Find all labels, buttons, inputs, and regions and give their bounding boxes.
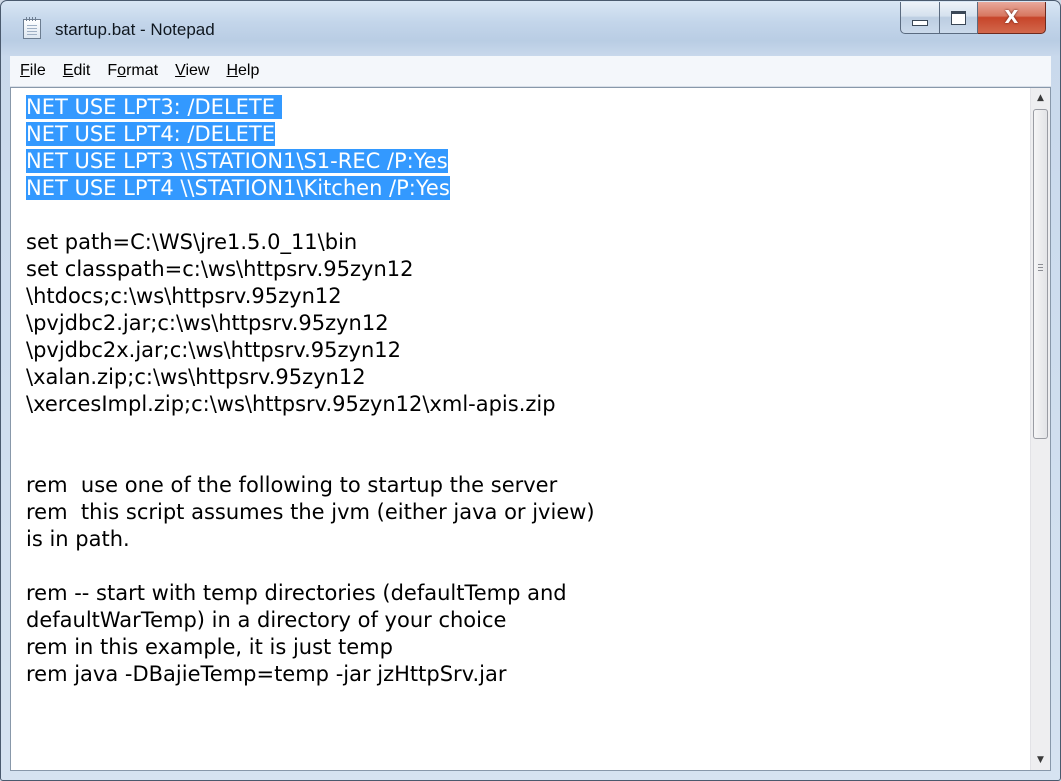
close-button[interactable]: X [978,2,1046,34]
text-line[interactable]: \pvjdbc2.jar;c:\ws\httpsrv.95zyn12 [26,310,1030,337]
close-icon: X [1004,7,1019,28]
menu-format-prefix: F [107,62,118,79]
text-line[interactable]: is in path. [26,526,1030,553]
notepad-icon[interactable] [23,17,41,39]
grip-icon [1038,264,1043,273]
scroll-down-icon: ▼ [1037,755,1044,765]
text-line[interactable] [26,553,1030,580]
selected-line[interactable]: NET USE LPT3 \\STATION1\S1-REC /P:Yes [26,148,1030,175]
menu-bar: File Edit Format View Help [10,56,1051,87]
text-line[interactable]: defaultWarTemp) in a directory of your c… [26,607,1030,634]
text-line[interactable]: set path=C:\WS\jre1.5.0_11\bin [26,229,1030,256]
menu-edit[interactable]: Edit [56,62,98,80]
text-line[interactable]: \xercesImpl.zip;c:\ws\httpsrv.95zyn12\xm… [26,391,1030,418]
text-line[interactable]: set classpath=c:\ws\httpsrv.95zyn12 [26,256,1030,283]
maximize-icon [951,10,966,25]
menu-help[interactable]: Help [219,62,266,80]
text-line[interactable]: \htdocs;c:\ws\httpsrv.95zyn12 [26,283,1030,310]
menu-edit-label: dit [73,62,91,79]
text-line[interactable]: rem -- start with temp directories (defa… [26,580,1030,607]
title-bar[interactable]: startup.bat - Notepad X [1,1,1060,55]
selected-text: NET USE LPT3 \\STATION1\S1-REC /P:Yes [26,149,448,173]
text-line[interactable] [26,418,1030,445]
minimize-button[interactable] [900,2,940,34]
scroll-up-icon: ▲ [1037,93,1044,103]
selected-text: NET USE LPT4 \\STATION1\Kitchen /P:Yes [26,176,450,200]
text-line[interactable]: rem use one of the following to startup … [26,472,1030,499]
menu-file-label: ile [29,62,46,79]
text-line[interactable] [26,202,1030,229]
minimize-icon [912,19,928,26]
selected-text: NET USE LPT4: /DELETE [26,122,276,146]
menu-view-hotkey: V [175,62,186,79]
scroll-thumb[interactable] [1033,109,1048,439]
menu-format-hotkey: o [117,62,127,79]
selected-line[interactable]: NET USE LPT4: /DELETE [26,121,1030,148]
text-line[interactable]: \xalan.zip;c:\ws\httpsrv.95zyn12 [26,364,1030,391]
menu-file[interactable]: File [13,62,53,80]
selected-line[interactable]: NET USE LPT3: /DELETE [26,94,1030,121]
notepad-window: startup.bat - Notepad X File Edit Format… [0,0,1061,781]
maximize-button[interactable] [940,2,978,34]
menu-format-label: rmat [126,62,159,79]
menu-help-label: elp [238,62,260,79]
text-line[interactable]: \pvjdbc2x.jar;c:\ws\httpsrv.95zyn12 [26,337,1030,364]
menu-view[interactable]: View [168,62,216,80]
selected-text: NET USE LPT3: /DELETE [26,95,282,119]
window-title: startup.bat - Notepad [55,20,215,39]
selected-line[interactable]: NET USE LPT4 \\STATION1\Kitchen /P:Yes [26,175,1030,202]
menu-view-label: iew [185,62,210,79]
menu-edit-hotkey: E [62,62,74,79]
menu-file-hotkey: F [20,62,30,79]
scroll-down-button[interactable]: ▼ [1031,750,1050,770]
editor-text[interactable]: NET USE LPT3: /DELETE NET USE LPT4: /DEL… [11,88,1030,770]
vertical-scrollbar[interactable]: ▲ ▼ [1030,88,1050,770]
text-editor[interactable]: NET USE LPT3: /DELETE NET USE LPT4: /DEL… [10,87,1051,771]
scroll-up-button[interactable]: ▲ [1031,88,1050,108]
menu-help-hotkey: H [226,62,239,79]
text-line[interactable]: rem this script assumes the jvm (either … [26,499,1030,526]
text-line[interactable]: rem java -DBajieTemp=temp -jar jzHttpSrv… [26,661,1030,688]
menu-format[interactable]: Format [100,62,165,80]
caption-buttons: X [900,2,1046,36]
text-line[interactable] [26,445,1030,472]
text-line[interactable]: rem in this example, it is just temp [26,634,1030,661]
